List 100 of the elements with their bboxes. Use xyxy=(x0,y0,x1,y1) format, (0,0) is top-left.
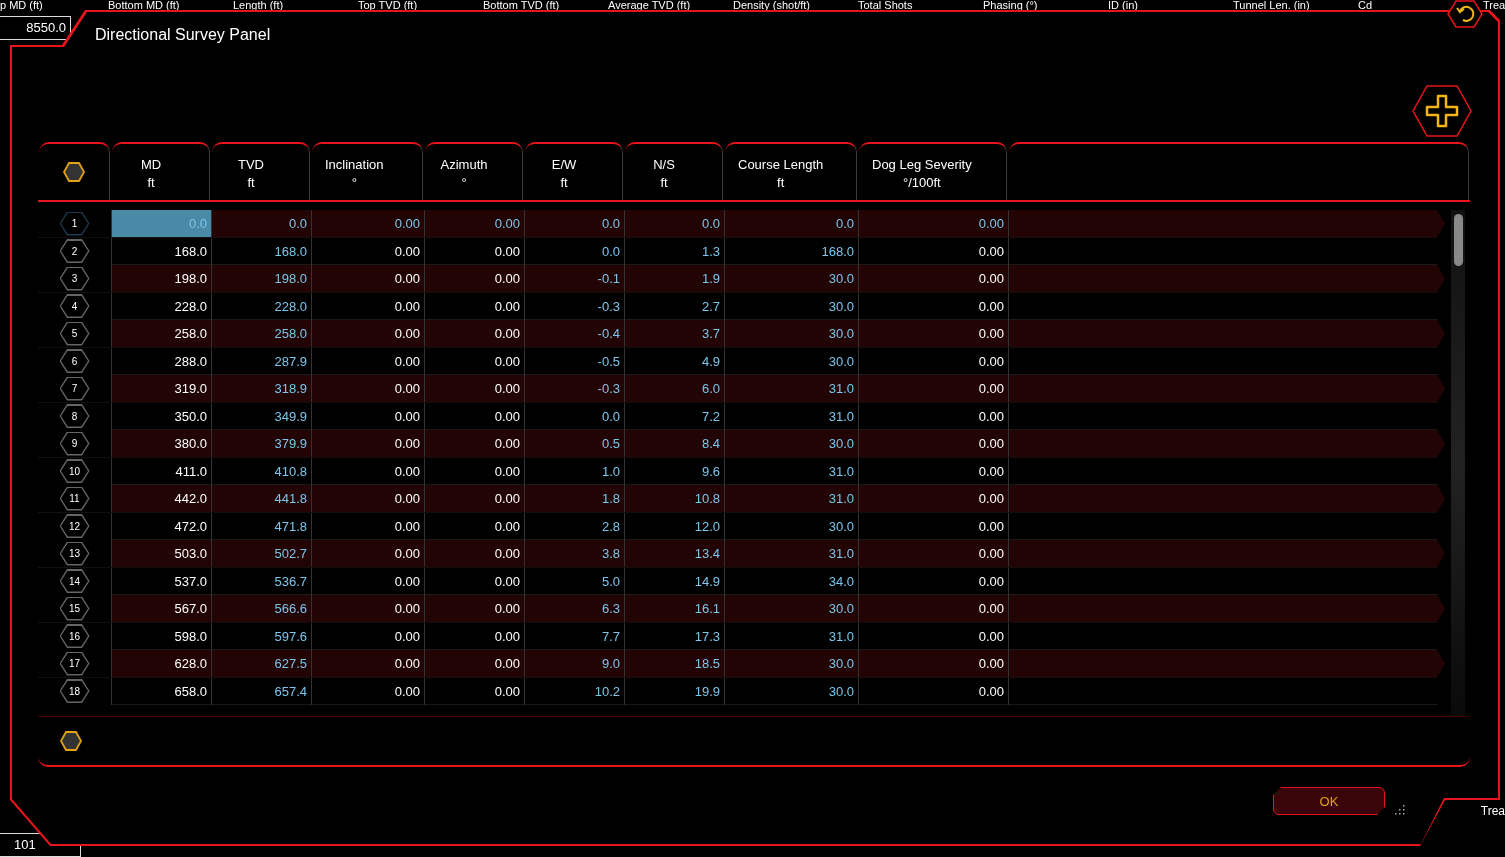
table-cell[interactable]: 287.9 xyxy=(211,347,311,375)
table-cell[interactable]: 258.0 xyxy=(111,320,211,347)
table-cell[interactable]: 0.00 xyxy=(424,347,524,375)
table-cell[interactable]: 350.0 xyxy=(111,402,211,430)
table-cell[interactable]: 0.00 xyxy=(858,540,1008,567)
table-cell[interactable]: 597.6 xyxy=(211,622,311,650)
table-cell[interactable]: 5.0 xyxy=(524,567,624,595)
table-cell[interactable]: 0.00 xyxy=(424,457,524,485)
table-cell[interactable]: 19.9 xyxy=(624,677,724,705)
table-cell[interactable]: 0.00 xyxy=(311,320,424,347)
row-number[interactable]: 16 xyxy=(59,624,90,648)
table-cell[interactable]: 0.00 xyxy=(858,402,1008,430)
table-cell[interactable]: 258.0 xyxy=(211,320,311,347)
table-cell[interactable]: 7.2 xyxy=(624,402,724,430)
table-cell[interactable]: 0.00 xyxy=(424,292,524,320)
table-row[interactable]: 15 567.0 566.6 0.00 0.00 6.3 16.1 30.0 0.00 xyxy=(38,595,1445,623)
table-cell[interactable]: 0.0 xyxy=(524,237,624,265)
table-cell[interactable]: 31.0 xyxy=(724,540,858,567)
table-cell[interactable]: 2.7 xyxy=(624,292,724,320)
table-cell[interactable]: 0.00 xyxy=(424,485,524,512)
row-number[interactable]: 5 xyxy=(59,321,90,346)
table-cell[interactable]: 12.0 xyxy=(624,512,724,540)
table-cell[interactable]: 536.7 xyxy=(211,567,311,595)
table-cell[interactable]: 9.6 xyxy=(624,457,724,485)
table-cell[interactable]: 411.0 xyxy=(111,457,211,485)
table-row[interactable]: 9 380.0 379.9 0.00 0.00 0.5 8.4 30.0 0.00 xyxy=(38,430,1445,458)
table-cell[interactable]: 566.6 xyxy=(211,595,311,622)
row-number[interactable]: 1 xyxy=(59,211,90,236)
table-cell[interactable]: 31.0 xyxy=(724,622,858,650)
table-cell[interactable]: 379.9 xyxy=(211,430,311,457)
table-cell[interactable]: 0.00 xyxy=(311,595,424,622)
table-cell[interactable]: 7.7 xyxy=(524,622,624,650)
table-cell[interactable]: 410.8 xyxy=(211,457,311,485)
table-cell[interactable]: 0.00 xyxy=(311,402,424,430)
row-number[interactable]: 6 xyxy=(59,349,90,373)
undo-button[interactable] xyxy=(1447,0,1483,28)
table-cell[interactable]: 0.00 xyxy=(858,567,1008,595)
table-cell[interactable]: 0.00 xyxy=(424,595,524,622)
table-cell[interactable]: 0.00 xyxy=(858,347,1008,375)
row-number[interactable]: 11 xyxy=(59,486,90,511)
resize-grip-icon[interactable] xyxy=(1393,803,1405,815)
table-cell[interactable]: -0.3 xyxy=(524,292,624,320)
table-cell[interactable]: 34.0 xyxy=(724,567,858,595)
table-cell[interactable]: 30.0 xyxy=(724,430,858,457)
table-cell[interactable]: 658.0 xyxy=(111,677,211,705)
table-row[interactable]: 7 319.0 318.9 0.00 0.00 -0.3 6.0 31.0 0.00 xyxy=(38,375,1445,403)
table-cell[interactable]: 17.3 xyxy=(624,622,724,650)
table-cell[interactable]: 8.4 xyxy=(624,430,724,457)
table-cell[interactable]: 627.5 xyxy=(211,650,311,677)
row-number[interactable]: 2 xyxy=(59,239,90,263)
table-cell[interactable]: 349.9 xyxy=(211,402,311,430)
table-cell[interactable]: 0.0 xyxy=(624,210,724,237)
table-cell[interactable]: 380.0 xyxy=(111,430,211,457)
table-cell[interactable]: 3.7 xyxy=(624,320,724,347)
table-cell[interactable]: 0.00 xyxy=(424,650,524,677)
table-cell[interactable]: 0.00 xyxy=(311,567,424,595)
table-row[interactable]: 1 0.0 0.0 0.00 0.00 0.0 0.0 0.0 0.00 xyxy=(38,210,1445,238)
table-cell[interactable]: 198.0 xyxy=(211,265,311,292)
table-cell[interactable]: 441.8 xyxy=(211,485,311,512)
table-cell[interactable]: 6.0 xyxy=(624,375,724,402)
table-cell[interactable]: 0.00 xyxy=(858,430,1008,457)
row-number[interactable]: 9 xyxy=(59,431,90,456)
table-cell[interactable]: 0.00 xyxy=(858,677,1008,705)
table-cell[interactable]: 1.3 xyxy=(624,237,724,265)
table-cell[interactable]: 0.00 xyxy=(311,430,424,457)
table-cell[interactable]: 31.0 xyxy=(724,457,858,485)
table-cell[interactable]: 168.0 xyxy=(211,237,311,265)
table-cell[interactable]: 537.0 xyxy=(111,567,211,595)
table-cell[interactable]: 228.0 xyxy=(211,292,311,320)
table-cell[interactable]: 3.8 xyxy=(524,540,624,567)
table-cell[interactable]: 10.2 xyxy=(524,677,624,705)
table-cell[interactable]: 2.8 xyxy=(524,512,624,540)
table-cell[interactable]: 0.00 xyxy=(424,375,524,402)
table-cell[interactable]: -0.1 xyxy=(524,265,624,292)
row-number[interactable]: 7 xyxy=(59,376,90,401)
table-cell[interactable]: 13.4 xyxy=(624,540,724,567)
row-number[interactable]: 8 xyxy=(59,404,90,428)
table-cell[interactable]: 318.9 xyxy=(211,375,311,402)
table-cell[interactable]: 9.0 xyxy=(524,650,624,677)
table-cell[interactable]: 1.8 xyxy=(524,485,624,512)
row-number[interactable]: 14 xyxy=(59,569,90,593)
table-row[interactable]: 11 442.0 441.8 0.00 0.00 1.8 10.8 31.0 0.00 xyxy=(38,485,1445,513)
table-cell[interactable]: 30.0 xyxy=(724,595,858,622)
table-cell[interactable]: 228.0 xyxy=(111,292,211,320)
table-cell[interactable]: 10.8 xyxy=(624,485,724,512)
table-cell[interactable]: 0.00 xyxy=(311,237,424,265)
table-cell[interactable]: -0.4 xyxy=(524,320,624,347)
table-cell[interactable]: 0.00 xyxy=(858,485,1008,512)
table-cell[interactable]: 18.5 xyxy=(624,650,724,677)
table-cell[interactable]: 0.0 xyxy=(211,210,311,237)
table-cell[interactable]: 31.0 xyxy=(724,402,858,430)
row-number[interactable]: 17 xyxy=(59,651,90,676)
table-cell[interactable]: 0.00 xyxy=(858,512,1008,540)
table-cell[interactable]: 471.8 xyxy=(211,512,311,540)
table-cell[interactable]: 0.00 xyxy=(858,265,1008,292)
table-cell[interactable]: 30.0 xyxy=(724,320,858,347)
table-cell[interactable]: 0.00 xyxy=(424,320,524,347)
table-cell[interactable]: 0.00 xyxy=(424,265,524,292)
table-cell[interactable]: 31.0 xyxy=(724,485,858,512)
table-cell[interactable]: 0.00 xyxy=(858,210,1008,237)
